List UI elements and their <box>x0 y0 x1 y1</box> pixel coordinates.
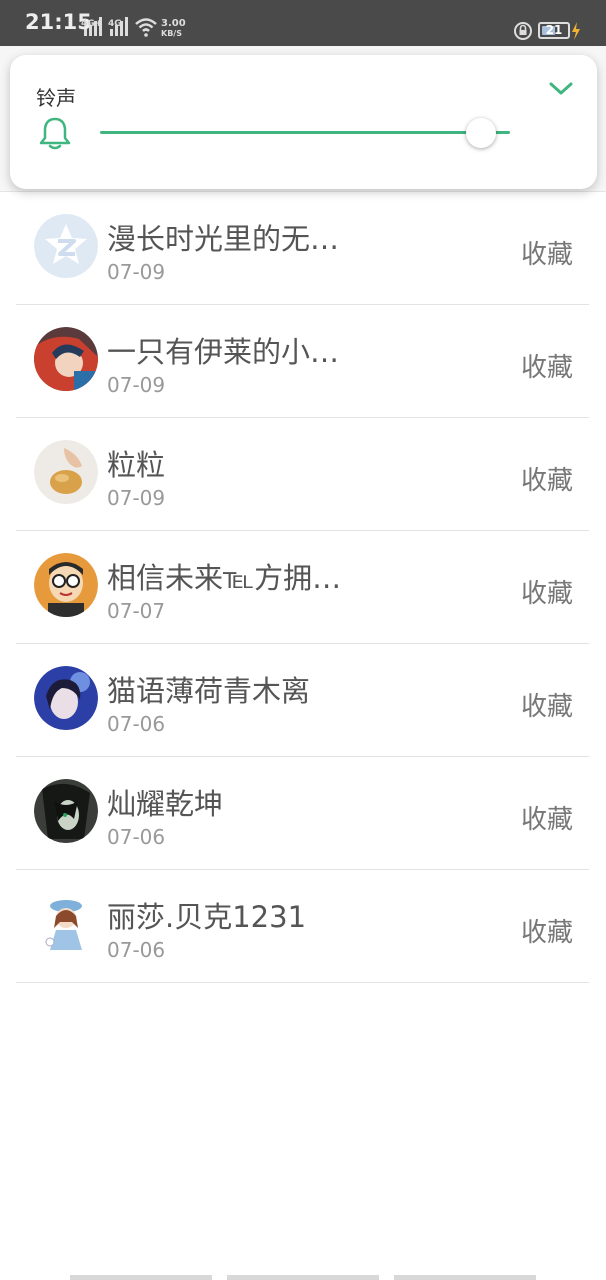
battery-icon: 21 <box>538 22 570 39</box>
avatar[interactable] <box>34 327 98 391</box>
list-item[interactable]: 一只有伊莱的小… 07-09 收藏 <box>16 305 589 418</box>
item-date: 07-09 <box>107 486 166 510</box>
network-speed: 3.00 KB/S <box>161 18 186 39</box>
avatar[interactable] <box>34 440 98 504</box>
ringtone-volume-slider-thumb[interactable] <box>466 118 497 148</box>
list-item[interactable]: 猫语薄荷青木离 07-06 收藏 <box>16 644 589 757</box>
list-item[interactable]: 粒粒 07-09 收藏 <box>16 418 589 531</box>
list-item[interactable]: 漫长时光里的无… 07-09 收藏 <box>16 192 589 305</box>
rotation-lock-icon <box>514 22 532 40</box>
nav-bar-segment <box>70 1275 212 1280</box>
avatar[interactable] <box>34 553 98 617</box>
volume-panel: 铃声 <box>10 55 597 189</box>
user-name: 漫长时光里的无… <box>107 222 340 256</box>
list-item[interactable]: 灿耀乾坤 07-06 收藏 <box>16 757 589 870</box>
user-name: 相信未来℡方拥… <box>107 561 342 595</box>
bell-icon[interactable] <box>38 115 72 151</box>
signal-icon <box>84 17 102 36</box>
list-item[interactable]: 相信未来℡方拥… 07-07 收藏 <box>16 531 589 644</box>
favorite-button[interactable]: 收藏 <box>521 799 573 836</box>
favorite-button[interactable]: 收藏 <box>521 460 573 497</box>
favorite-button[interactable]: 收藏 <box>521 573 573 610</box>
chevron-down-icon[interactable] <box>548 79 574 99</box>
nav-bar-segment <box>227 1275 379 1280</box>
item-date: 07-07 <box>107 599 166 623</box>
user-name: 粒粒 <box>107 448 166 482</box>
favorite-button[interactable]: 收藏 <box>521 686 573 723</box>
user-name: 猫语薄荷青木离 <box>107 674 311 708</box>
avatar[interactable] <box>34 666 98 730</box>
favorite-button[interactable]: 收藏 <box>521 347 573 384</box>
item-date: 07-06 <box>107 712 166 736</box>
item-date: 07-09 <box>107 373 166 397</box>
item-date: 07-06 <box>107 825 166 849</box>
ringtone-volume-slider-track[interactable] <box>100 131 510 134</box>
favorite-button[interactable]: 收藏 <box>521 912 573 949</box>
nav-bar-segment <box>394 1275 536 1280</box>
user-name: 丽莎.贝克1231 <box>107 900 307 934</box>
wifi-icon <box>135 18 157 37</box>
avatar[interactable] <box>34 779 98 843</box>
status-bar: 21:15 4G+ 4G 3.00 KB/S 21 <box>0 0 606 46</box>
item-date: 07-06 <box>107 938 166 962</box>
user-name: 一只有伊莱的小… <box>107 335 340 369</box>
avatar[interactable] <box>34 892 98 956</box>
favorite-button[interactable]: 收藏 <box>521 234 573 271</box>
volume-panel-title: 铃声 <box>36 86 76 110</box>
charging-icon <box>572 22 580 40</box>
avatar[interactable] <box>34 214 98 278</box>
user-list: 漫长时光里的无… 07-09 收藏 一只有伊莱的小… 07-09 收藏 粒粒 0… <box>16 192 589 983</box>
item-date: 07-09 <box>107 260 166 284</box>
signal-icon <box>110 17 128 36</box>
list-item[interactable]: 丽莎.贝克1231 07-06 收藏 <box>16 870 589 983</box>
user-name: 灿耀乾坤 <box>107 787 224 821</box>
